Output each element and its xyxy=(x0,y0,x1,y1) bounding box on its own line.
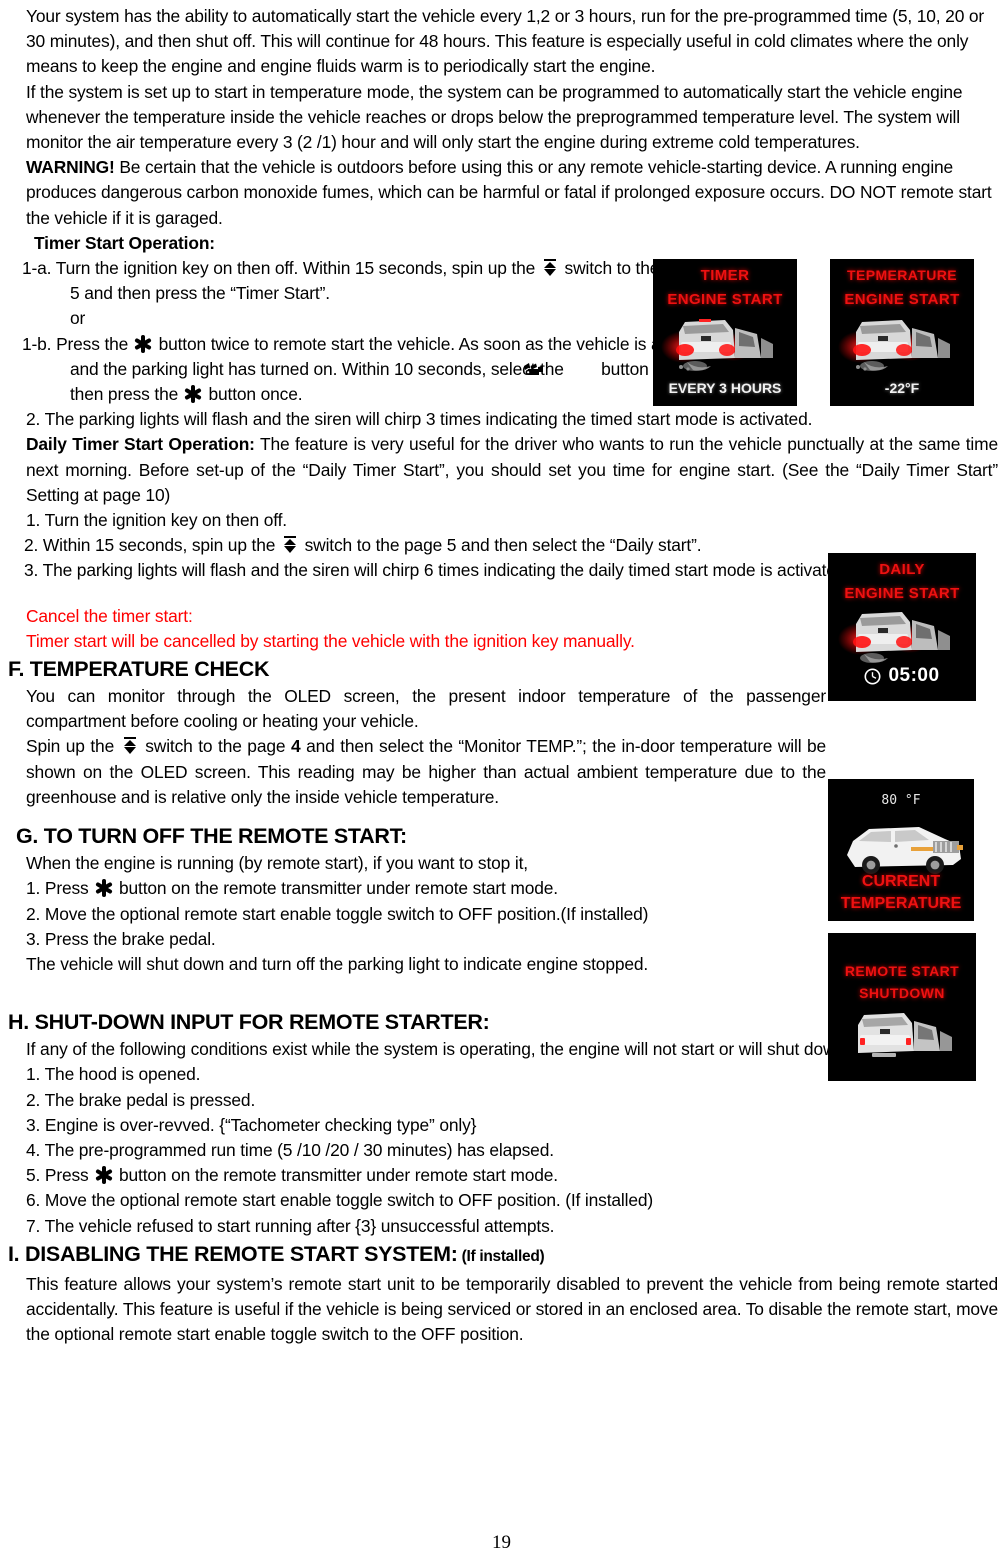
oled-timer-title-1: TIMER xyxy=(700,267,750,284)
oled-daily-title-1: DAILY xyxy=(879,561,925,578)
oled-timer-title-2: ENGINE START xyxy=(667,291,783,308)
oled-image-timer-engine-start: TIMER ENGINE START EVERY 3 HOURS xyxy=(653,259,797,406)
page-number: 19 xyxy=(492,1532,511,1553)
oled-image-temperature-engine-start: TEPMERATURE ENGINE START -22°F xyxy=(830,259,974,406)
spin-switch-icon-3 xyxy=(123,737,137,755)
shutdown-item-5-text: button on the remote transmitter under r… xyxy=(118,1165,558,1186)
manual-page: Your system has the ability to automatic… xyxy=(0,0,1003,1568)
oled-image-daily-engine-start: DAILY ENGINE START 05:00 xyxy=(828,553,976,701)
step-or-text: or xyxy=(70,308,86,329)
oled-temp-bottom: -22°F xyxy=(884,380,920,396)
oled-shutdown-car-graphic xyxy=(828,1009,976,1071)
daily-step-2: 2. Within 15 seconds, spin up the switch… xyxy=(8,533,852,558)
intro-paragraph-1: Your system has the ability to automatic… xyxy=(26,6,985,77)
section-i-heading-main: I. DISABLING THE REMOTE START SYSTEM: xyxy=(8,1241,458,1266)
spin-switch-icon xyxy=(543,259,557,277)
daily-step-2-label: 2. xyxy=(24,535,39,556)
oled-current-temp-label-1: CURRENT xyxy=(861,873,941,890)
disabling-paragraph: This feature allows your system’s remote… xyxy=(26,1273,998,1345)
turn-off-step-1-text: button on the remote transmitter under r… xyxy=(118,878,558,899)
oled-timer-car-graphic xyxy=(653,314,797,376)
oled-temp-title-2: ENGINE START xyxy=(844,291,960,308)
daily-step-3: 3. The parking lights will flash and the… xyxy=(8,558,852,583)
remote-start-star-icon-4 xyxy=(94,1166,113,1185)
step-1b-label: 1-b. xyxy=(22,333,52,354)
timer-step-1b: 1-b. Press the button twice to remote st… xyxy=(8,332,710,408)
shutdown-item-5-label: 5. Press xyxy=(26,1165,89,1186)
shutdown-item-3: 3. Engine is over-revved. {“Tachometer c… xyxy=(26,1114,477,1135)
warning-paragraph: WARNING! Be certain that the vehicle is … xyxy=(8,155,998,231)
spin-switch-icon-2 xyxy=(283,536,297,554)
daily-step-3-text: The parking lights will flash and the si… xyxy=(42,560,851,581)
timer-step-1a: 1-a. Turn the ignition key on then off. … xyxy=(8,256,710,306)
warning-label: WARNING! xyxy=(26,157,115,178)
clock-icon xyxy=(864,668,881,684)
daily-step-3-label: 3. xyxy=(24,560,39,581)
oled-daily-car-graphic xyxy=(828,607,976,667)
oled-image-current-temperature: 80 °F CURRENT TEMPERATURE xyxy=(828,779,974,921)
oled-current-temp-car-graphic xyxy=(828,815,974,877)
daily-timer-intro: Daily Timer Start Operation: The feature… xyxy=(8,432,998,508)
turn-off-step-1-label: 1. Press xyxy=(26,878,89,899)
oled-temp-car-graphic xyxy=(830,314,974,376)
oled-shutdown-title-1: REMOTE START xyxy=(844,963,960,979)
temp-para2-page: 4 xyxy=(290,736,301,757)
remote-start-star-icon-3 xyxy=(94,879,113,898)
step-1a-label: 1-a. xyxy=(22,258,52,279)
temperature-check-para-1: You can monitor through the OLED screen,… xyxy=(26,686,826,732)
remote-start-star-icon-2 xyxy=(184,385,203,404)
shutdown-item-7: 7. The vehicle refused to start running … xyxy=(26,1215,555,1236)
oled-shutdown-title-2: SHUTDOWN xyxy=(859,985,945,1001)
daily-step-2-text-1: Within 15 seconds, spin up the xyxy=(42,535,276,556)
daily-step-2-text-2: switch to the page 5 and then select the… xyxy=(304,535,702,556)
timer-start-heading: Timer Start Operation: xyxy=(34,232,215,253)
trunk-release-icon xyxy=(524,360,593,376)
daily-step-1: 1. Turn the ignition key on then off. xyxy=(26,510,287,531)
timer-step-or: or xyxy=(8,306,710,331)
temp-para2-part1: Spin up the xyxy=(26,736,115,757)
oled-temp-title-1: TEPMERATURE xyxy=(847,267,957,283)
remote-start-star-icon xyxy=(134,334,153,353)
section-i-heading: I. DISABLING THE REMOTE START SYSTEM: (I… xyxy=(8,1239,998,1272)
intro-paragraph-2: If the system is set up to start in temp… xyxy=(26,81,963,153)
step-1b-text-4: button once. xyxy=(208,384,303,405)
temp-para2-part2: switch to the page xyxy=(145,736,286,757)
oled-timer-bottom: EVERY 3 HOURS xyxy=(668,380,782,396)
step-1a-text-1: Turn the ignition key on then off. Withi… xyxy=(55,258,536,279)
oled-daily-time: 05:00 xyxy=(888,665,940,686)
step-1b-text-1: Press the xyxy=(56,333,129,354)
shutdown-item-6: 6. Move the optional remote start enable… xyxy=(26,1190,654,1211)
temperature-check-para-2: Spin up the switch to the page 4 and the… xyxy=(8,734,826,810)
shutdown-item-5: 5. Press button on the remote transmitte… xyxy=(8,1163,998,1188)
warning-text: Be certain that the vehicle is outdoors … xyxy=(26,157,992,228)
section-i-heading-note: (If installed) xyxy=(457,1247,545,1265)
oled-image-remote-start-shutdown: REMOTE START SHUTDOWN xyxy=(828,933,976,1081)
oled-daily-title-2: ENGINE START xyxy=(844,585,960,602)
oled-current-temp-value: 80 °F xyxy=(881,793,921,808)
shutdown-item-4: 4. The pre-programmed run time (5 /10 /2… xyxy=(26,1139,554,1160)
oled-current-temp-label-2: TEMPERATURE xyxy=(840,895,962,912)
oled-daily-clock-row: 05:00 xyxy=(828,665,976,687)
shutdown-item-2: 2. The brake pedal is pressed. xyxy=(26,1089,256,1110)
timer-step-2: 2. The parking lights will flash and the… xyxy=(26,409,813,430)
daily-timer-heading: Daily Timer Start Operation: xyxy=(26,434,255,455)
